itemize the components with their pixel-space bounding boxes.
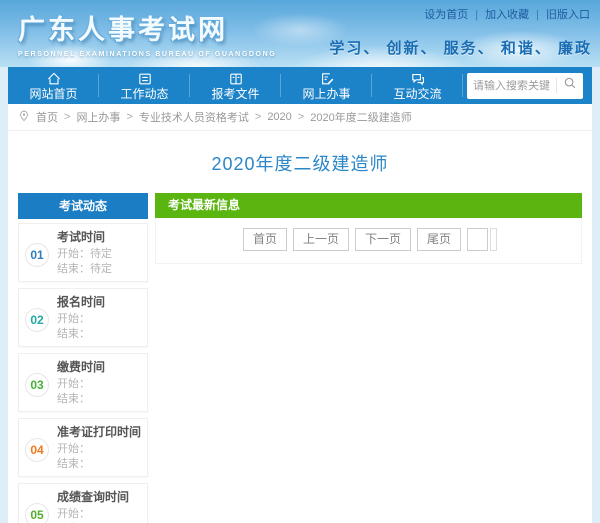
step-number-badge: 01 — [25, 243, 49, 267]
schedule-item-score-query-time: 05 成绩查询时间 开始： 结束： — [18, 483, 148, 523]
site-slogan: 学习、 创新、 服务、 和谐、 廉政 — [329, 37, 592, 58]
schedule-item-registration-time: 02 报名时间 开始： 结束： — [18, 288, 148, 347]
breadcrumb-separator: > — [298, 111, 304, 123]
main-navigation: 网站首页 工作动态 报考文件 网上办事 互动交流 — [8, 67, 592, 104]
site-header: 广东人事考试网 PERSONNEL EXAMINATIONS BUREAU OF… — [0, 0, 600, 67]
schedule-item-exam-time: 01 考试时间 开始：待定 结束：待定 — [18, 223, 148, 282]
latest-exam-info-panel: 考试最新信息 首页 上一页 下一页 尾页 — [155, 193, 582, 264]
schedule-end-line: 结束： — [57, 327, 143, 342]
news-icon — [137, 71, 153, 87]
breadcrumb-current-page: 2020年度二级建造师 — [310, 109, 411, 125]
chat-icon — [410, 71, 426, 87]
schedule-start-line: 开始：待定 — [57, 247, 143, 262]
step-number-badge: 04 — [25, 438, 49, 462]
pagination-prev-button[interactable]: 上一页 — [293, 228, 349, 251]
schedule-start-line: 开始： — [57, 312, 143, 327]
breadcrumb-online-services[interactable]: 网上办事 — [76, 109, 120, 125]
pagination-next-button[interactable]: 下一页 — [355, 228, 411, 251]
top-utility-links: 设为首页 | 加入收藏 | 旧版入口 — [424, 6, 590, 22]
breadcrumb-home[interactable]: 首页 — [36, 109, 58, 125]
content-columns: 考试动态 01 考试时间 开始：待定 结束：待定 02 报名时间 开始： 结束：… — [8, 193, 592, 523]
old-version-link[interactable]: 旧版入口 — [546, 9, 590, 21]
page-content: 首页 > 网上办事 > 专业技术人员资格考试 > 2020 > 2020年度二级… — [8, 104, 592, 523]
online-service-icon — [319, 71, 335, 87]
breadcrumb-2020[interactable]: 2020 — [267, 111, 291, 123]
panel-body: 首页 上一页 下一页 尾页 — [155, 218, 582, 264]
page-title: 2020年度二级建造师 — [8, 131, 592, 193]
breadcrumb-separator: > — [126, 111, 132, 123]
pagination: 首页 上一页 下一页 尾页 — [240, 228, 497, 251]
search-button[interactable] — [557, 73, 583, 99]
panel-header: 考试最新信息 — [155, 193, 582, 218]
nav-item-label: 网上办事 — [302, 88, 350, 101]
nav-item-label: 报考文件 — [211, 88, 259, 101]
schedule-item-title: 成绩查询时间 — [57, 490, 143, 505]
search-input[interactable] — [467, 80, 556, 92]
site-logo: 广东人事考试网 PERSONNEL EXAMINATIONS BUREAU OF… — [18, 8, 276, 58]
link-separator: | — [536, 9, 539, 21]
nav-item-interaction[interactable]: 互动交流 — [372, 67, 463, 104]
add-favorite-link[interactable]: 加入收藏 — [485, 9, 529, 21]
exam-schedule-sidebar: 考试动态 01 考试时间 开始：待定 结束：待定 02 报名时间 开始： 结束：… — [18, 193, 148, 523]
pagination-go-button[interactable] — [490, 228, 497, 251]
nav-item-label: 网站首页 — [29, 88, 77, 101]
step-number-badge: 05 — [25, 503, 49, 523]
link-separator: | — [475, 9, 478, 21]
step-number-badge: 02 — [25, 308, 49, 332]
schedule-item-title: 准考证打印时间 — [57, 425, 143, 440]
nav-item-label: 工作动态 — [120, 88, 168, 101]
schedule-item-title: 考试时间 — [57, 230, 143, 245]
set-homepage-link[interactable]: 设为首页 — [424, 9, 468, 21]
pagination-first-button[interactable]: 首页 — [243, 228, 287, 251]
search-box — [467, 73, 583, 99]
pagination-last-button[interactable]: 尾页 — [417, 228, 461, 251]
document-icon — [228, 71, 244, 87]
schedule-end-line: 结束： — [57, 392, 143, 407]
location-pin-icon — [18, 110, 36, 125]
nav-item-home[interactable]: 网站首页 — [8, 67, 99, 104]
schedule-item-admission-ticket-time: 04 准考证打印时间 开始： 结束： — [18, 418, 148, 477]
nav-item-label: 互动交流 — [393, 88, 441, 101]
schedule-start-line: 开始： — [57, 507, 143, 522]
nav-item-online-services[interactable]: 网上办事 — [281, 67, 372, 104]
breadcrumb-separator: > — [64, 111, 70, 123]
breadcrumb-separator: > — [255, 111, 261, 123]
schedule-start-line: 开始： — [57, 442, 143, 457]
sidebar-header: 考试动态 — [18, 193, 148, 219]
breadcrumb-professional-exams[interactable]: 专业技术人员资格考试 — [139, 109, 249, 125]
site-logo-title: 广东人事考试网 — [18, 8, 276, 47]
site-logo-subtitle: PERSONNEL EXAMINATIONS BUREAU OF GUANGDO… — [18, 51, 276, 58]
search-icon — [563, 76, 577, 95]
schedule-end-line: 结束： — [57, 457, 143, 472]
schedule-end-line: 结束：待定 — [57, 262, 143, 277]
step-number-badge: 03 — [25, 373, 49, 397]
nav-item-documents[interactable]: 报考文件 — [190, 67, 281, 104]
home-icon — [46, 71, 62, 87]
schedule-item-payment-time: 03 缴费时间 开始： 结束： — [18, 353, 148, 412]
nav-item-news[interactable]: 工作动态 — [99, 67, 190, 104]
schedule-item-title: 报名时间 — [57, 295, 143, 310]
breadcrumb: 首页 > 网上办事 > 专业技术人员资格考试 > 2020 > 2020年度二级… — [8, 104, 592, 131]
schedule-start-line: 开始： — [57, 377, 143, 392]
schedule-item-title: 缴费时间 — [57, 360, 143, 375]
pagination-page-input[interactable] — [467, 228, 488, 251]
